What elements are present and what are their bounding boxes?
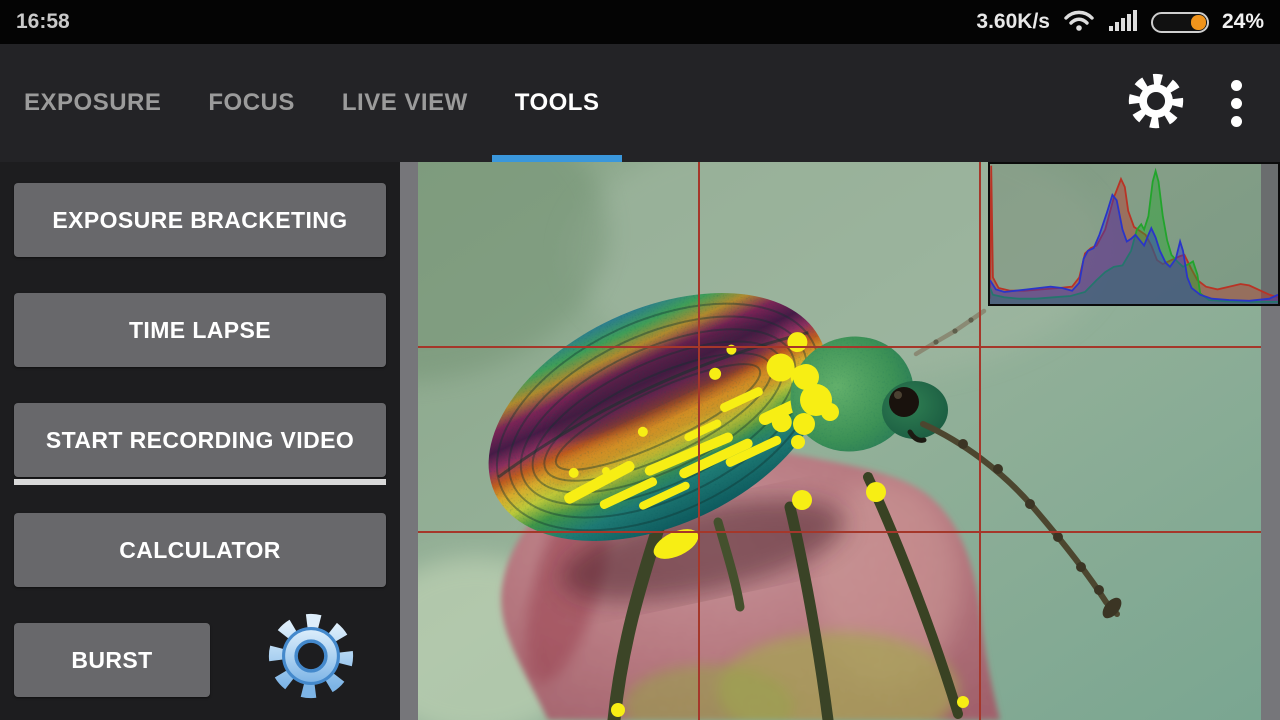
time-lapse-button[interactable]: TIME LAPSE: [14, 293, 386, 367]
rgb-histogram: [988, 162, 1280, 306]
tab-list: EXPOSURE FOCUS LIVE VIEW TOOLS: [0, 44, 623, 162]
tab-tools[interactable]: TOOLS: [491, 44, 623, 162]
wifi-icon: [1063, 7, 1095, 38]
beetle-eye: [889, 387, 919, 417]
battery-fill: [1190, 14, 1206, 30]
battery-percent: 24%: [1221, 10, 1264, 33]
app-screen: 16:58 3.60K/s 24% EXPOSURE FOCUS LIVE VI…: [0, 0, 1280, 720]
tab-bar: EXPOSURE FOCUS LIVE VIEW TOOLS: [0, 44, 1280, 162]
overflow-menu-button[interactable]: [1216, 44, 1256, 162]
battery-icon: [1150, 11, 1209, 33]
tab-exposure[interactable]: EXPOSURE: [24, 44, 161, 162]
exposure-bracketing-button[interactable]: EXPOSURE BRACKETING: [14, 183, 386, 257]
start-recording-video-button[interactable]: START RECORDING VIDEO: [14, 403, 386, 485]
tab-focus[interactable]: FOCUS: [208, 44, 295, 162]
clock: 16:58: [16, 10, 70, 33]
gear-icon: [1127, 72, 1185, 135]
live-view-area[interactable]: [400, 162, 1280, 720]
network-speed: 3.60K/s: [976, 10, 1050, 33]
cell-signal-icon: [1108, 8, 1138, 37]
gear-blue-icon: [264, 609, 358, 708]
status-bar: 16:58 3.60K/s 24%: [0, 0, 1280, 44]
tab-live-view[interactable]: LIVE VIEW: [342, 44, 468, 162]
vertical-dots-icon: [1230, 79, 1242, 127]
burst-button[interactable]: BURST: [14, 623, 210, 697]
burst-settings-button[interactable]: [264, 611, 358, 705]
calculator-button[interactable]: CALCULATOR: [14, 513, 386, 587]
tools-sidebar: EXPOSURE BRACKETING TIME LAPSE START REC…: [0, 162, 400, 720]
settings-button[interactable]: [1124, 44, 1188, 162]
